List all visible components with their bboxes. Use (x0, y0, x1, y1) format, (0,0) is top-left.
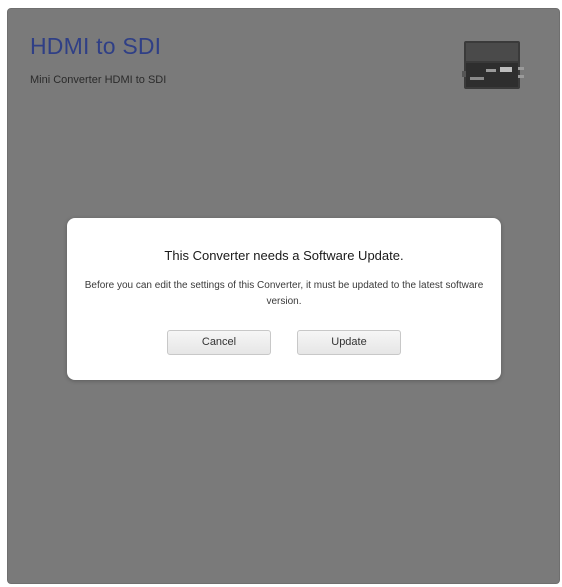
app-window: HDMI to SDI Mini Converter HDMI to SDI T… (7, 8, 560, 584)
cancel-button[interactable]: Cancel (167, 330, 271, 355)
device-image (462, 41, 524, 89)
page-title: HDMI to SDI (30, 33, 162, 59)
dialog-message: Before you can edit the settings of this… (84, 280, 484, 307)
software-update-dialog: This Converter needs a Software Update. … (67, 218, 501, 380)
dialog-title: This Converter needs a Software Update. (164, 248, 404, 263)
device-model-label: Mini Converter HDMI to SDI (30, 74, 167, 86)
update-button[interactable]: Update (297, 330, 401, 355)
